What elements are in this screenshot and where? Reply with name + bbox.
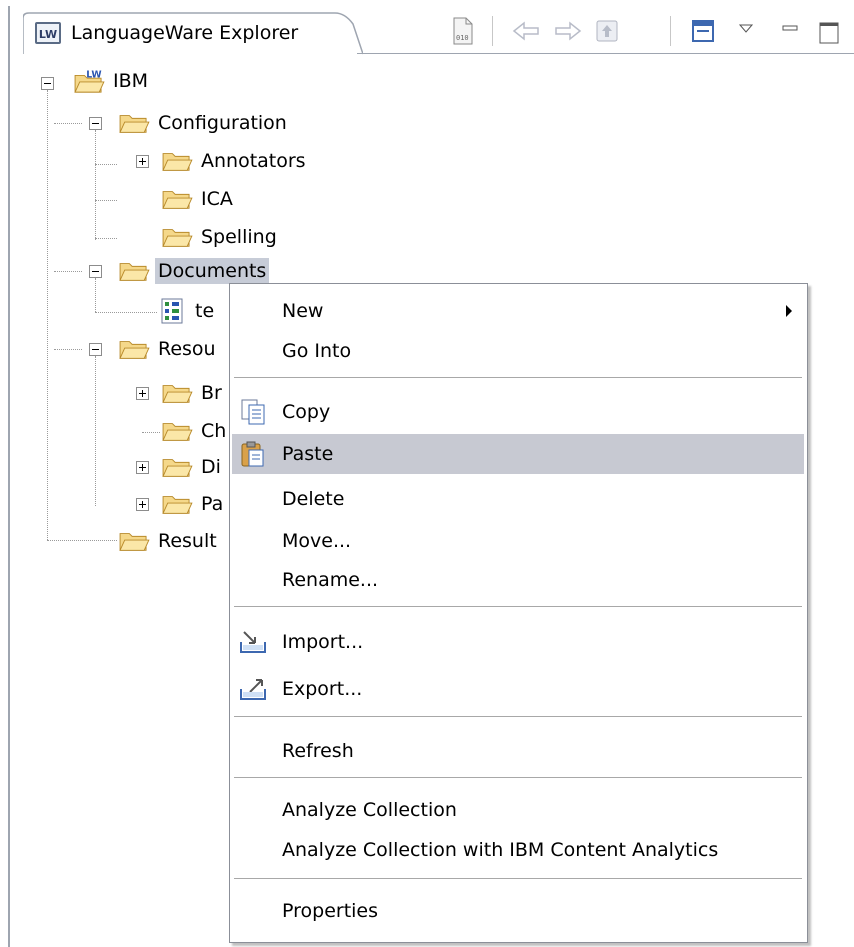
menu-label: Paste xyxy=(282,443,334,465)
folder-icon xyxy=(162,191,193,209)
project-folder-icon: LW xyxy=(74,69,105,93)
tree-label: Br xyxy=(201,382,222,404)
folder-icon xyxy=(119,263,150,281)
menu-separator xyxy=(234,878,802,880)
forward-arrow-icon[interactable] xyxy=(550,16,584,46)
languageware-icon: LW xyxy=(35,22,61,44)
tree-item-resources[interactable]: Resou xyxy=(117,332,219,366)
folder-icon xyxy=(119,533,150,551)
menu-item-export[interactable]: Export... xyxy=(232,669,804,709)
expander-configuration[interactable] xyxy=(89,117,102,130)
tree-item-ica[interactable]: ICA xyxy=(160,182,236,216)
tab-title: LanguageWare Explorer xyxy=(71,22,299,44)
folder-icon xyxy=(119,115,150,133)
view-menu-icon[interactable] xyxy=(737,14,755,44)
menu-label: Rename... xyxy=(282,569,379,591)
back-arrow-icon[interactable] xyxy=(510,16,544,46)
folder-icon xyxy=(162,496,193,514)
menu-item-import[interactable]: Import... xyxy=(232,622,804,662)
expander-documents[interactable] xyxy=(89,265,102,278)
copy-icon xyxy=(241,399,265,425)
menu-label: Go Into xyxy=(282,340,352,362)
menu-item-properties[interactable]: Properties xyxy=(232,891,804,931)
tree-item-resource-2[interactable]: Ch xyxy=(160,414,229,448)
expander-res-child-1[interactable] xyxy=(136,387,149,400)
menu-label: New xyxy=(282,300,324,322)
collapse-all-icon[interactable] xyxy=(688,16,718,46)
expander-res-child-4[interactable] xyxy=(136,498,149,511)
tree-item-configuration[interactable]: Configuration xyxy=(117,106,290,140)
submenu-arrow-icon xyxy=(786,305,792,317)
menu-item-new[interactable]: New xyxy=(232,291,804,331)
tree-item-ibm[interactable]: LW IBM xyxy=(72,64,151,98)
menu-separator xyxy=(234,716,802,718)
menu-item-paste[interactable]: Paste xyxy=(232,434,804,474)
minimize-icon[interactable] xyxy=(781,14,799,44)
tree-label: Configuration xyxy=(158,112,287,134)
tree-item-resource-3[interactable]: Di xyxy=(160,450,224,484)
expander-res-child-3[interactable] xyxy=(136,461,149,474)
tree-label: Result xyxy=(158,530,217,552)
menu-item-delete[interactable]: Delete xyxy=(232,479,804,519)
menu-label: Analyze Collection xyxy=(282,799,457,821)
svg-text:010: 010 xyxy=(456,34,469,42)
tree-item-results[interactable]: Result xyxy=(117,524,220,558)
menu-label: Analyze Collection with IBM Content Anal… xyxy=(282,839,719,861)
folder-icon xyxy=(162,153,193,171)
menu-item-refresh[interactable]: Refresh xyxy=(232,731,804,771)
expander-ibm[interactable] xyxy=(41,77,54,90)
document-collection-icon xyxy=(161,298,183,324)
menu-item-copy[interactable]: Copy xyxy=(232,392,804,432)
import-icon xyxy=(240,631,266,653)
folder-icon xyxy=(162,423,193,441)
tree-label: Di xyxy=(201,456,221,478)
maximize-icon[interactable] xyxy=(818,18,840,48)
menu-separator xyxy=(234,777,802,779)
tree-label: Resou xyxy=(158,338,216,360)
tree-item-annotators[interactable]: Annotators xyxy=(160,144,309,178)
export-icon xyxy=(240,679,266,700)
paste-icon xyxy=(241,441,264,467)
header-divider xyxy=(357,53,854,54)
tree-item-resource-1[interactable]: Br xyxy=(160,376,225,410)
binary-file-icon[interactable]: 010 xyxy=(448,16,478,46)
menu-label: Move... xyxy=(282,530,352,552)
context-menu: New Go Into Copy Paste Delete Move... Re… xyxy=(229,283,808,943)
view-tab[interactable]: LW LanguageWare Explorer xyxy=(23,12,363,55)
tree-item-document[interactable]: te xyxy=(160,294,217,328)
tree-label: te xyxy=(195,300,215,322)
tree-label-selected: Documents xyxy=(155,258,270,284)
menu-item-go-into[interactable]: Go Into xyxy=(232,331,804,371)
menu-item-analyze-collection[interactable]: Analyze Collection xyxy=(232,790,804,830)
svg-text:LW: LW xyxy=(86,69,101,80)
tree-item-spelling[interactable]: Spelling xyxy=(160,220,280,254)
menu-label: Copy xyxy=(282,401,331,423)
tree-label: Pa xyxy=(201,493,224,515)
menu-label: Export... xyxy=(282,678,363,700)
tree-item-resource-4[interactable]: Pa xyxy=(160,487,226,521)
tree-label: Spelling xyxy=(201,226,277,248)
folder-icon xyxy=(162,229,193,247)
menu-separator xyxy=(234,377,802,379)
tree-label: Annotators xyxy=(201,150,306,172)
expander-annotators[interactable] xyxy=(136,155,149,168)
tree-label: IBM xyxy=(113,70,149,92)
menu-label: Properties xyxy=(282,900,379,922)
menu-label: Import... xyxy=(282,631,364,653)
folder-icon xyxy=(119,341,150,359)
menu-label: Refresh xyxy=(282,740,354,762)
up-folder-icon[interactable] xyxy=(592,16,622,46)
folder-icon xyxy=(162,385,193,403)
tree-label: Ch xyxy=(201,420,227,442)
menu-separator xyxy=(234,606,802,608)
menu-item-rename[interactable]: Rename... xyxy=(232,560,804,600)
tree-label: ICA xyxy=(201,188,233,210)
expander-resources[interactable] xyxy=(89,343,102,356)
folder-icon xyxy=(162,459,193,477)
menu-label: Delete xyxy=(282,488,345,510)
menu-item-analyze-collection-ica[interactable]: Analyze Collection with IBM Content Anal… xyxy=(232,830,804,870)
menu-item-move[interactable]: Move... xyxy=(232,521,804,561)
